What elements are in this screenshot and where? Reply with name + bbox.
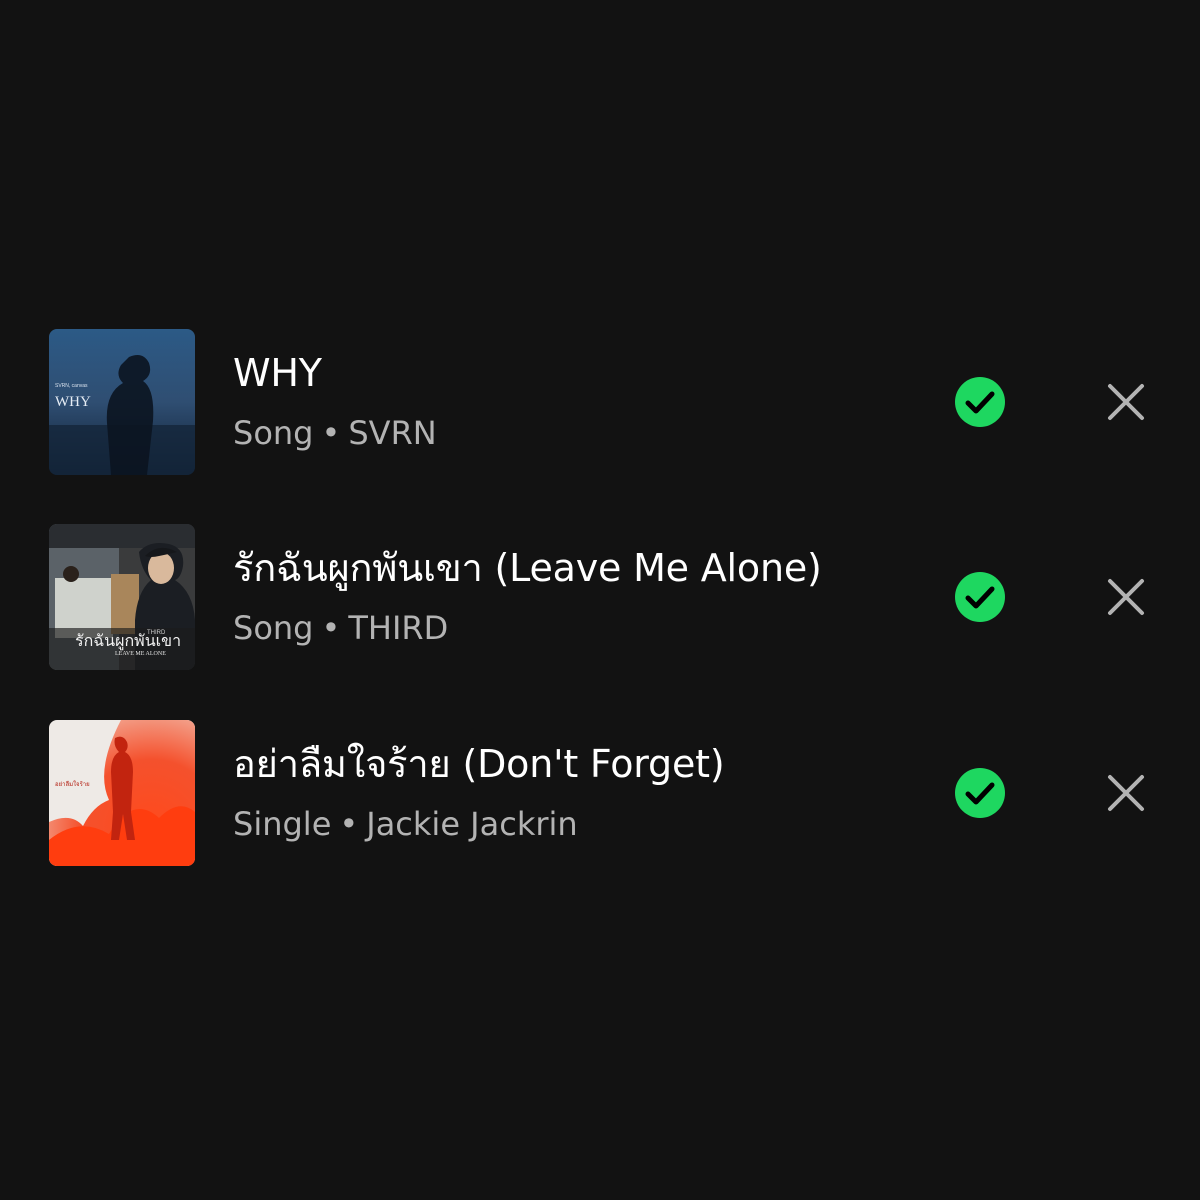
separator-dot: • (321, 609, 341, 647)
album-cover-why: SVRN, canvas WHY (49, 329, 195, 475)
item-subtitle: Song • THIRD (233, 608, 448, 648)
cover-text: อย่าลืมใจร้าย (55, 780, 90, 788)
list-item[interactable]: รักฉันผูกพันเขา LEAVE ME ALONE THIRD รัก… (0, 524, 1200, 670)
item-type: Song (233, 609, 314, 647)
album-art-image: รักฉันผูกพันเขา LEAVE ME ALONE THIRD (49, 524, 195, 670)
added-check-button[interactable] (954, 376, 1006, 428)
item-subtitle: Single • Jackie Jackrin (233, 804, 578, 844)
item-subtitle: Song • SVRN (233, 413, 437, 453)
close-icon (1108, 775, 1144, 811)
close-icon (1108, 579, 1144, 615)
list-item[interactable]: SVRN, canvas WHY WHY Song • SVRN (0, 329, 1200, 475)
item-title: WHY (233, 351, 322, 395)
album-cover-dont-forget: อย่าลืมใจร้าย (49, 720, 195, 866)
item-type: Song (233, 414, 314, 452)
close-icon (1108, 384, 1144, 420)
item-artist: THIRD (348, 609, 449, 647)
item-title: รักฉันผูกพันเขา (Leave Me Alone) (233, 546, 822, 590)
album-cover-leave-me-alone: รักฉันผูกพันเขา LEAVE ME ALONE THIRD (49, 524, 195, 670)
cover-text: LEAVE ME ALONE (115, 651, 166, 657)
item-type: Single (233, 805, 332, 843)
check-circle-icon (955, 377, 1005, 427)
search-results-list: SVRN, canvas WHY WHY Song • SVRN รักฉันผ… (0, 0, 1200, 1200)
cover-text: THIRD (147, 630, 166, 636)
item-artist: Jackie Jackrin (366, 805, 578, 843)
added-check-button[interactable] (954, 767, 1006, 819)
remove-button[interactable] (1104, 380, 1148, 424)
album-art-image: SVRN, canvas WHY (49, 329, 195, 475)
album-art-image: อย่าลืมใจร้าย (49, 720, 195, 866)
separator-dot: • (321, 414, 341, 452)
cover-text: WHY (55, 394, 91, 410)
item-title: อย่าลืมใจร้าย (Don't Forget) (233, 742, 725, 786)
check-circle-icon (955, 572, 1005, 622)
remove-button[interactable] (1104, 771, 1148, 815)
check-circle-icon (955, 768, 1005, 818)
added-check-button[interactable] (954, 571, 1006, 623)
remove-button[interactable] (1104, 575, 1148, 619)
list-item[interactable]: อย่าลืมใจร้าย อย่าลืมใจร้าย (Don't Forge… (0, 720, 1200, 866)
item-artist: SVRN (348, 414, 437, 452)
cover-text: SVRN, canvas (55, 383, 88, 389)
separator-dot: • (339, 805, 359, 843)
